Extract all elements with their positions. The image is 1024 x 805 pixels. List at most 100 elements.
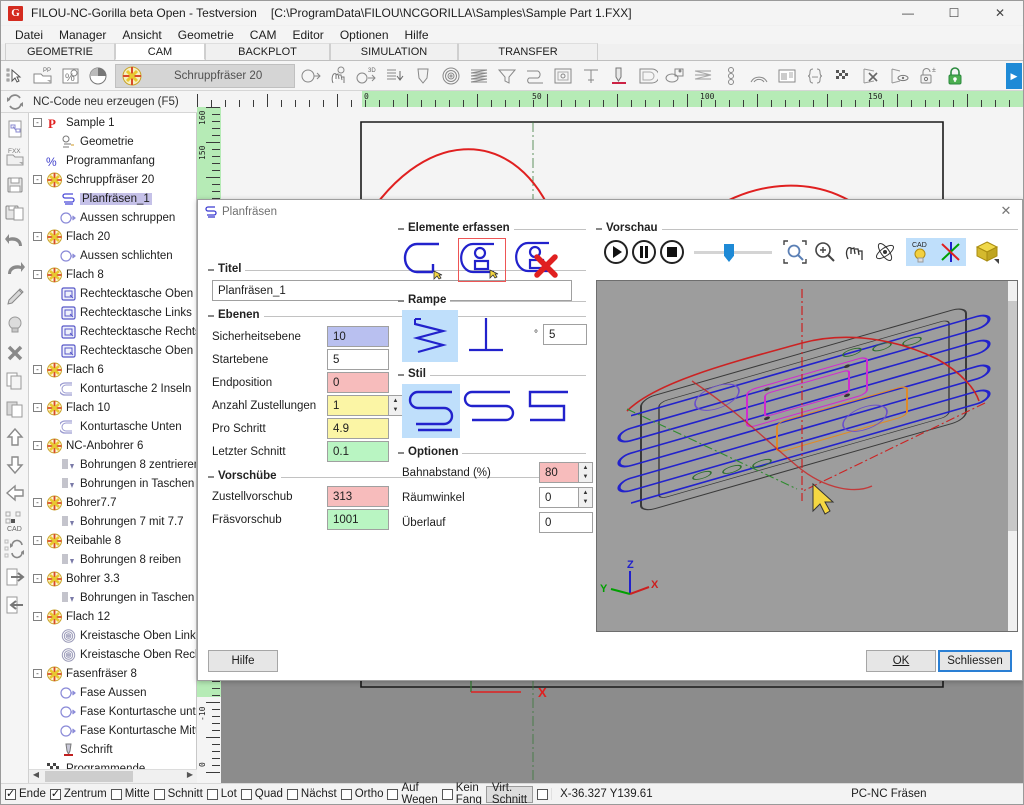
play-icon[interactable] — [602, 238, 630, 266]
snap-option-ortho[interactable]: Ortho — [340, 788, 383, 800]
arc-set-icon[interactable] — [745, 62, 773, 90]
delete-x-icon[interactable] — [2, 339, 28, 367]
tree-node[interactable]: Rechtecktasche Rechts — [29, 322, 196, 341]
menu-item-editor[interactable]: Editor — [284, 27, 331, 43]
scrollbar-thumb[interactable] — [1008, 301, 1017, 531]
ramp-zigzag-icon[interactable] — [402, 310, 458, 362]
preview-viewport[interactable]: Z X Y — [596, 280, 1018, 632]
tree-node[interactable]: - Flach 20 — [29, 227, 196, 246]
checkbox[interactable] — [441, 788, 453, 800]
copy-icon[interactable] — [2, 367, 28, 395]
hatch-icon[interactable] — [465, 62, 493, 90]
input-sicherheitsebene[interactable]: 10 — [327, 326, 389, 347]
drill-down-icon[interactable] — [605, 62, 633, 90]
checkbox[interactable] — [110, 788, 122, 800]
braces-icon[interactable] — [801, 62, 829, 90]
tree-expander[interactable]: - — [33, 232, 42, 241]
lock-green-icon[interactable] — [941, 62, 969, 90]
loop-path-icon[interactable] — [521, 62, 549, 90]
hilfe-button[interactable]: Hilfe — [208, 650, 278, 672]
list-down-icon[interactable] — [381, 62, 409, 90]
snap-option-auf-wegen[interactable]: Auf Wegen — [387, 782, 438, 804]
operation-tree[interactable]: - P Sample 1 Geometrie% Programmanfang - Schru… — [29, 113, 197, 783]
import-icon[interactable] — [2, 591, 28, 619]
preview-scrollbar[interactable] — [1008, 281, 1017, 631]
tree-node[interactable]: Bohrungen in Taschen — [29, 588, 196, 607]
tree-node[interactable]: Geometrie — [29, 132, 196, 151]
style-square-icon[interactable] — [518, 384, 576, 438]
input-anzahl-zustellungen[interactable]: 1 — [327, 395, 389, 416]
pause-icon[interactable] — [630, 238, 658, 266]
checkbox[interactable] — [387, 788, 399, 800]
tree-node[interactable]: - Schruppfräser 20 — [29, 170, 196, 189]
tree-expander[interactable]: - — [33, 574, 42, 583]
circle-arrow-icon[interactable] — [297, 62, 325, 90]
save-icon[interactable] — [2, 171, 28, 199]
tree-node[interactable]: Fase Konturtasche Mitte — [29, 721, 196, 740]
contour-remove-icon[interactable] — [514, 238, 562, 282]
redo-icon[interactable] — [2, 255, 28, 283]
menu-item-geometrie[interactable]: Geometrie — [170, 27, 242, 43]
tree-node[interactable]: - Flach 8 — [29, 265, 196, 284]
tree-node[interactable]: - NC-Anbohrer 6 — [29, 436, 196, 455]
tree-node[interactable]: Schrift — [29, 740, 196, 759]
menu-item-datei[interactable]: Datei — [7, 27, 51, 43]
spin-up-icon[interactable]: ▲ — [579, 488, 592, 498]
snap-option-quad[interactable]: Quad — [240, 788, 283, 800]
zoom-in-icon[interactable] — [810, 238, 840, 266]
checkbox[interactable] — [153, 788, 165, 800]
tree-expander[interactable]: - — [33, 612, 42, 621]
spin-up-icon[interactable]: ▲ — [389, 396, 402, 406]
spiral-icon[interactable] — [437, 62, 465, 90]
snap-option-nächst[interactable]: Nächst — [286, 788, 337, 800]
three-dots-icon[interactable] — [717, 62, 745, 90]
tree-expander[interactable]: - — [33, 669, 42, 678]
tab-backplot[interactable]: BACKPLOT — [205, 43, 330, 60]
input-letzter-schnitt[interactable]: 0.1 — [327, 441, 389, 462]
spin-up-icon[interactable]: ▲ — [579, 463, 592, 473]
active-tool-combo[interactable]: Schruppfräser 20 — [115, 63, 295, 88]
funnel-icon[interactable] — [493, 62, 521, 90]
pie-chart-icon[interactable] — [85, 62, 113, 90]
tree-expander[interactable]: - — [33, 365, 42, 374]
tree-node[interactable]: Fase Aussen — [29, 683, 196, 702]
schliessen-button[interactable]: Schliessen — [938, 650, 1012, 672]
contour-pick-icon[interactable] — [402, 238, 450, 282]
cad-bulb-icon[interactable]: CAD — [906, 238, 936, 266]
cut-eye-icon[interactable] — [885, 62, 913, 90]
input-pro-schritt[interactable]: 4.9 — [327, 418, 389, 439]
tree-node[interactable]: Rechtecktasche Oben M — [29, 341, 196, 360]
bulb-icon[interactable] — [2, 311, 28, 339]
tree-node[interactable]: - Reibahle 8 — [29, 531, 196, 550]
tree-node[interactable]: - Flach 12 — [29, 607, 196, 626]
menu-item-cam[interactable]: CAM — [242, 27, 285, 43]
hand-pan-icon[interactable] — [325, 62, 353, 90]
spinner-raeumwinkel[interactable]: ▲ ▼ — [579, 487, 593, 508]
ramp-plunge-icon[interactable] — [458, 310, 514, 362]
tree-expander[interactable]: - — [33, 270, 42, 279]
tree-horizontal-scrollbar[interactable]: ◀ ▶ — [29, 769, 197, 783]
slider-thumb[interactable] — [724, 244, 734, 262]
pocket-icon[interactable] — [633, 62, 661, 90]
tree-node[interactable]: - Flach 6 — [29, 360, 196, 379]
rotate-3d-icon[interactable] — [870, 238, 900, 266]
input-raeumwinkel[interactable]: 0 — [539, 487, 579, 508]
arrow-down-icon[interactable] — [2, 451, 28, 479]
snap-option-lot[interactable]: Lot — [206, 788, 237, 800]
maximize-icon[interactable]: ☐ — [931, 1, 977, 25]
tree-expander[interactable]: - — [33, 498, 42, 507]
minimize-icon[interactable]: — — [885, 1, 931, 25]
style-smooth-icon[interactable] — [402, 384, 460, 438]
tree-node[interactable]: Rechtecktasche Links — [29, 303, 196, 322]
circle-3d-icon[interactable]: 3D — [353, 62, 381, 90]
dialog-close-icon[interactable]: ✕ — [996, 203, 1016, 221]
tab-geometrie[interactable]: GEOMETRIE — [5, 43, 115, 60]
speed-slider[interactable] — [694, 239, 772, 265]
cut-x-icon[interactable] — [857, 62, 885, 90]
tree-node[interactable]: - Bohrer7.7 — [29, 493, 196, 512]
open-pp-icon[interactable]: PP — [29, 62, 57, 90]
checkbox[interactable] — [286, 788, 298, 800]
spin-down-icon[interactable]: ▼ — [389, 406, 402, 416]
snap-option-kein-fang[interactable]: Kein Fang — [441, 782, 482, 804]
style-zigzag-icon[interactable] — [460, 384, 518, 438]
